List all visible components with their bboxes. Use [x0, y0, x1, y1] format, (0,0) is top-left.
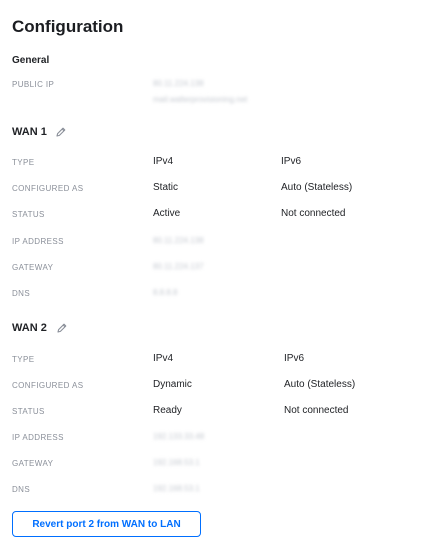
wan2-title: WAN 2: [12, 322, 47, 334]
wan1-gateway-value: 80.11.224.137: [153, 262, 204, 271]
wan2-dns-value: 192.168.53.1: [153, 484, 200, 493]
public-ip-label: PUBLIC IP: [12, 80, 55, 89]
wan1-ip-address-label: IP ADDRESS: [12, 237, 64, 246]
wan1-ipv4-type: IPv4: [153, 156, 174, 167]
wan1-ipv6-configured-as: Auto (Stateless): [281, 182, 353, 193]
wan2-ipv6-type: IPv6: [284, 353, 305, 364]
wan2-edit-pencil-icon[interactable]: [56, 322, 68, 334]
wan1-status-label: STATUS: [12, 210, 45, 219]
wan2-ipv6-status: Not connected: [284, 405, 349, 416]
wan2-dns-label: DNS: [12, 485, 31, 494]
general-heading: General: [12, 55, 50, 66]
wan2-gateway-label: GATEWAY: [12, 459, 54, 468]
wan2-ipv6-configured-as: Auto (Stateless): [284, 379, 356, 390]
wan2-ip-address-label: IP ADDRESS: [12, 433, 64, 442]
wan1-edit-pencil-icon[interactable]: [55, 126, 67, 138]
page-title: Configuration: [12, 17, 124, 36]
wan1-dns-value: 8.8.8.8: [153, 288, 178, 297]
wan2-gateway-value: 192.168.53.1: [153, 458, 200, 467]
public-ip-host: mail.walterprovisioning.net: [153, 95, 248, 104]
wan1-ip-address-value: 80.11.224.138: [153, 236, 204, 245]
wan2-configured-as-label: CONFIGURED AS: [12, 381, 84, 390]
wan1-gateway-label: GATEWAY: [12, 263, 54, 272]
wan1-type-label: TYPE: [12, 158, 35, 167]
wan1-ipv4-status: Active: [153, 208, 181, 219]
wan1-title: WAN 1: [12, 126, 47, 138]
wan2-status-label: STATUS: [12, 407, 45, 416]
wan1-dns-label: DNS: [12, 289, 31, 298]
wan2-ipv4-configured-as: Dynamic: [153, 379, 192, 390]
wan2-ipv4-type: IPv4: [153, 353, 174, 364]
wan1-ipv6-status: Not connected: [281, 208, 346, 219]
public-ip-value: 80.11.224.138: [153, 79, 204, 88]
revert-port-button[interactable]: Revert port 2 from WAN to LAN: [12, 511, 201, 537]
wan2-ipv4-status: Ready: [153, 405, 182, 416]
wan2-ip-address-value: 192.133.33.48: [153, 432, 205, 441]
wan1-ipv4-configured-as: Static: [153, 182, 179, 193]
wan2-type-label: TYPE: [12, 355, 35, 364]
wan1-ipv6-type: IPv6: [281, 156, 302, 167]
wan1-configured-as-label: CONFIGURED AS: [12, 184, 84, 193]
